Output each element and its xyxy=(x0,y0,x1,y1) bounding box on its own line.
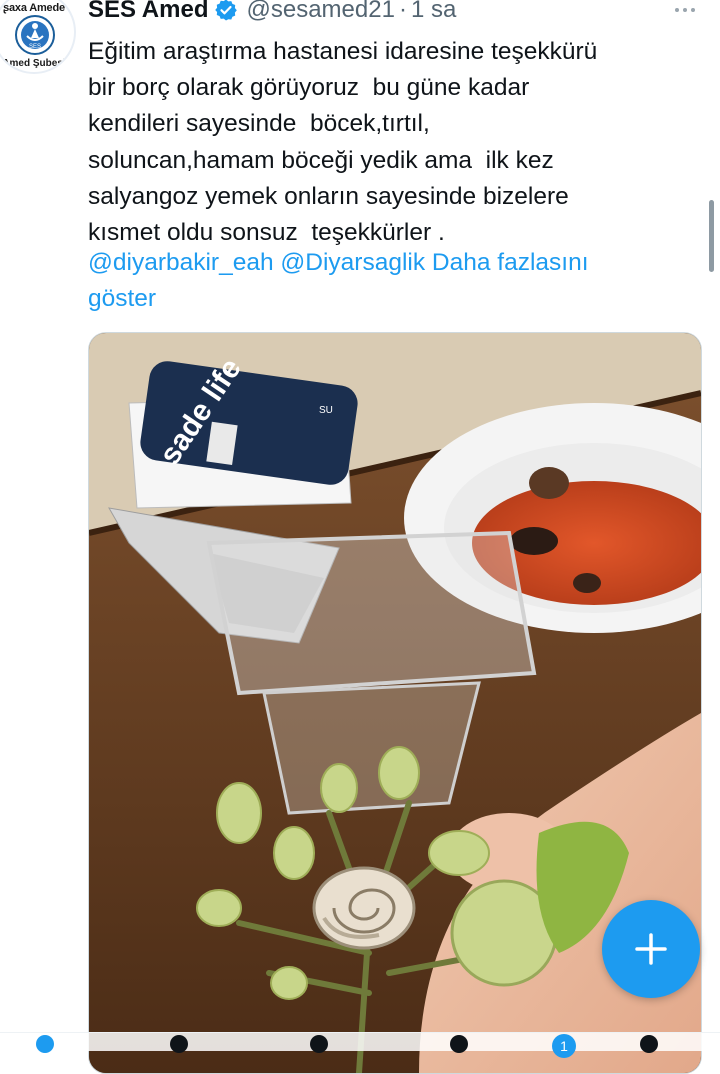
more-options-icon[interactable] xyxy=(668,0,702,24)
verified-badge-icon xyxy=(215,0,238,21)
show-more-link-continued[interactable]: göster xyxy=(88,281,156,317)
avatar-emblem-text: SES xyxy=(29,44,41,50)
tweet-text-line: soluncan,hamam böceği yedik ama ilk kez xyxy=(88,146,554,174)
tweet-text-line: bir borç olarak görüyoruz bu güne kadar xyxy=(88,74,530,102)
tweet-header: SES Amed @sesamed21 · 1 sa xyxy=(88,0,456,26)
mention-diyarbakir-eah[interactable]: @diyarbakir_eah xyxy=(88,249,274,276)
tweet-text-line: salyangoz yemek onların sayesinde bizele… xyxy=(88,182,569,210)
notifications-icon[interactable] xyxy=(450,1035,468,1053)
tweet-text: Eğitim araştırma hastanesi idaresine teş… xyxy=(88,34,708,251)
tweet-text-line: Eğitim araştırma hastanesi idaresine teş… xyxy=(88,38,598,65)
cup-small-text: SU xyxy=(319,405,333,416)
plus-icon xyxy=(635,933,667,965)
messages-icon[interactable] xyxy=(640,1035,658,1053)
handle[interactable]: @sesamed21 xyxy=(246,0,394,24)
avatar-bottom-text: Amed Şubesi xyxy=(2,58,66,69)
home-icon[interactable] xyxy=(36,1035,54,1053)
avatar-top-text: ʂaxa Amede xyxy=(3,2,65,14)
tweet-text-line: kendileri sayesinde böcek,tırtıl, xyxy=(88,110,430,138)
mention-diyarsaglik[interactable]: @Diyarsaglik xyxy=(280,249,425,276)
bottom-navigation xyxy=(0,1032,720,1053)
communities-icon[interactable] xyxy=(310,1035,328,1053)
search-icon[interactable] xyxy=(170,1035,188,1053)
mentions-line: @diyarbakir_eah @Diyarsaglik Daha fazlas… xyxy=(88,245,589,281)
tweet[interactable]: ʂaxa Amede SES Amed Şubesi SES Amed @ses… xyxy=(0,0,720,1074)
separator-dot: · xyxy=(398,0,407,23)
scrollbar[interactable] xyxy=(709,200,714,272)
notification-badge: 1 xyxy=(552,1034,576,1058)
union-emblem-icon: SES xyxy=(15,15,55,55)
compose-button[interactable] xyxy=(602,900,700,998)
display-name[interactable]: SES Amed xyxy=(88,0,208,24)
show-more-link[interactable]: Daha fazlasını xyxy=(432,249,589,276)
avatar[interactable]: ʂaxa Amede SES Amed Şubesi xyxy=(0,0,76,74)
timestamp[interactable]: 1 sa xyxy=(411,0,456,24)
